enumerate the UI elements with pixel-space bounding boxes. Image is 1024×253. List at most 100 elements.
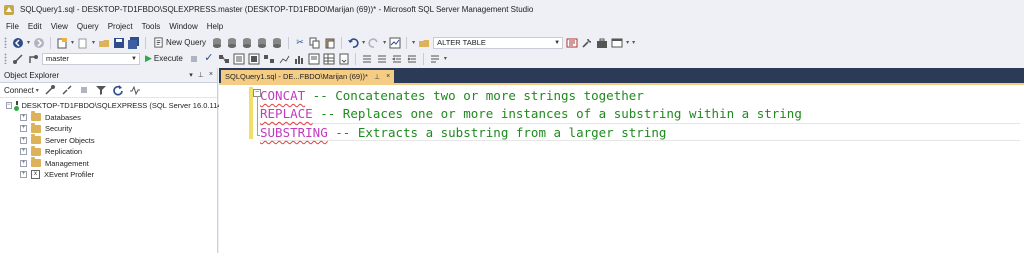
open-file-icon[interactable] [98,37,110,49]
save-icon[interactable] [113,37,125,49]
new-project-dropdown-icon[interactable]: ▾ [71,39,74,46]
display-estimated-plan-icon[interactable] [218,53,230,65]
undo-dropdown-icon[interactable]: ▾ [362,39,365,46]
query-editor[interactable]: − CONCAT -- Concatenates two or more str… [219,85,1024,253]
new-query-button[interactable]: New Query [151,37,208,48]
code-line[interactable]: REPLACE -- Replaces one or more instance… [260,105,1020,123]
menu-edit[interactable]: Edit [25,22,48,31]
solution-config-dropdown-icon[interactable]: ▾ [412,39,415,46]
code-line[interactable]: CONCAT -- Concatenates two or more strin… [260,87,1020,105]
menu-window[interactable]: Window [166,22,203,31]
paste-icon[interactable] [324,37,336,49]
find-combo[interactable]: ALTER TABLE ▼ [433,36,564,49]
back-icon[interactable] [12,37,24,49]
xevent-profiler-icon: x [31,170,40,180]
tree-node-server-objects[interactable]: + Server Objects [6,134,217,147]
comment-out-icon[interactable] [361,53,373,65]
expand-icon[interactable]: + [20,113,27,121]
filter-icon[interactable] [95,84,107,96]
expand-icon[interactable]: + [20,125,27,133]
tree-node-server[interactable]: − DESKTOP-TD1FBDO\SQLEXPRESS (SQL Server… [6,100,221,112]
analysis-dmx-query-icon[interactable] [241,37,253,49]
new-file-dropdown-icon[interactable]: ▾ [92,39,95,46]
connect-icon[interactable] [12,53,24,65]
expand-icon[interactable]: + [20,148,27,156]
toolbar-overflow-icon[interactable]: ▾ [444,55,447,62]
execute-button[interactable]: ▶ Execute [143,53,185,64]
redo-dropdown-icon[interactable]: ▾ [383,39,386,46]
available-databases-select[interactable]: master ▼ [42,52,140,65]
client-stats-icon[interactable] [293,53,305,65]
pin-tab-icon[interactable]: ⊥ [374,73,380,81]
tree-node-management[interactable]: + Management [6,157,217,170]
tree-node-databases[interactable]: + Databases [6,111,217,124]
close-tab-icon[interactable]: × [386,73,390,80]
menu-view[interactable]: View [48,22,74,31]
new-project-icon[interactable] [56,37,68,49]
uncomment-icon[interactable] [376,53,388,65]
analysis-dax-query-icon[interactable] [271,37,283,49]
properties-icon[interactable] [566,37,578,49]
refresh-icon[interactable] [112,84,124,96]
analysis-xmla-query-icon[interactable] [256,37,268,49]
close-icon[interactable]: × [209,71,213,79]
change-connection-icon[interactable] [27,53,39,65]
include-plan-icon[interactable] [263,53,275,65]
expand-icon[interactable]: + [20,159,27,167]
parse-checkmark-icon[interactable]: ✓ [203,53,215,65]
stop-icon[interactable] [78,84,90,96]
expand-icon[interactable]: + [20,171,27,179]
code-line-current[interactable]: SUBSTRING -- Extracts a substring from a… [260,123,1020,141]
database-engine-query-icon[interactable] [211,37,223,49]
results-to-text-icon[interactable] [308,53,320,65]
live-stats-icon[interactable] [278,53,290,65]
toolbar-grip[interactable] [4,37,7,48]
window-position-icon[interactable]: ▾ [189,71,193,79]
find-in-files-icon[interactable] [418,37,430,49]
toolbar-separator [422,52,424,65]
new-file-icon[interactable] [77,37,89,49]
disconnect-icon[interactable] [61,84,73,96]
toolbar-overflow-icon[interactable]: ▾ [632,39,635,46]
standard-toolbar: ▾ ▾ ▾ New Query ✂ ▾ ▾ ▾ ALTER TABLE ▼ ▾ … [0,34,1024,51]
cut-icon[interactable]: ✂ [294,37,306,49]
menu-help[interactable]: Help [204,22,229,31]
collapse-icon[interactable]: − [6,102,12,110]
forward-icon[interactable] [33,37,45,49]
menu-project[interactable]: Project [105,22,139,31]
undo-icon[interactable] [347,37,359,49]
increase-indent-icon[interactable] [406,53,418,65]
expand-icon[interactable]: + [20,136,27,144]
tree-node-xevent-profiler[interactable]: + x XEvent Profiler [6,169,217,181]
pin-icon[interactable]: ⊥ [198,71,204,79]
tab-sqlquery1[interactable]: SQLQuery1.sql - DE...FBDO\Marijan (69))*… [221,70,395,83]
menu-tools[interactable]: Tools [139,22,167,31]
activity-monitor-icon[interactable] [129,84,141,96]
menu-file[interactable]: File [3,22,25,31]
menu-query[interactable]: Query [74,22,105,31]
intellisense-icon[interactable] [248,53,260,65]
connect-object-explorer-icon[interactable] [44,84,56,96]
specify-template-values-icon[interactable] [429,53,441,65]
activity-monitor-icon[interactable] [389,37,401,49]
query-options-icon[interactable] [233,53,245,65]
window-layout-dropdown-icon[interactable]: ▾ [626,39,629,46]
cancel-query-icon[interactable] [188,53,200,65]
redo-icon[interactable] [368,37,380,49]
connect-button[interactable]: Connect ▾ [4,86,39,95]
decrease-indent-icon[interactable] [391,53,403,65]
toolbox-icon[interactable] [596,37,608,49]
save-all-icon[interactable] [128,36,140,49]
window-layout-icon[interactable] [611,37,623,49]
toolbox-wrench-icon[interactable] [581,37,593,49]
tree-node-security[interactable]: + Security [6,122,217,135]
copy-icon[interactable] [309,37,321,49]
results-to-file-icon[interactable] [338,53,350,65]
sql-keyword: CONCAT [260,88,306,103]
back-dropdown-icon[interactable]: ▾ [27,39,30,46]
analysis-mdx-query-icon[interactable] [226,37,238,49]
toolbar-grip[interactable] [4,53,7,64]
tree-node-label: Management [45,158,89,168]
results-to-grid-icon[interactable] [323,53,335,65]
tree-node-replication[interactable]: + Replication [6,145,217,158]
